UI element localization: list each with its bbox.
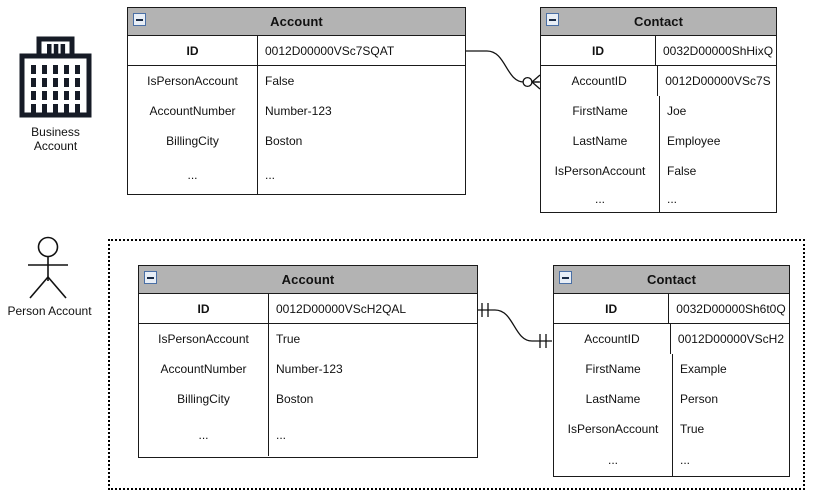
field-value: True	[680, 422, 705, 436]
collapse-minus-icon[interactable]	[133, 13, 146, 26]
field-value: 0012D00000VScH2	[677, 332, 784, 346]
zero-cardinality-circle	[522, 76, 533, 88]
field-name: FirstName	[541, 96, 660, 126]
business-account-entity[interactable]: Account ID 0012D00000VSc7SQAT IsPersonAc…	[127, 7, 466, 195]
field-name: LastName	[554, 384, 673, 414]
table-row: ID 0032D00000Sh6t0Q	[554, 294, 789, 324]
person-account-actor: Person Account	[2, 232, 97, 318]
entity-header: Account	[139, 266, 477, 294]
field-value: Example	[680, 362, 727, 376]
field-value: 0032D00000Sh6t0Q	[676, 301, 786, 316]
field-value: Boston	[265, 134, 303, 148]
business-account-actor: Business Account	[8, 30, 103, 153]
field-value: Number-123	[276, 362, 343, 376]
field-name: BillingCity	[139, 384, 269, 414]
field-name: IsPersonAccount	[541, 156, 660, 186]
table-row: ... ...	[554, 444, 789, 476]
business-relationship-connector	[466, 50, 541, 90]
field-value: Person	[680, 392, 719, 406]
office-building-icon	[19, 36, 92, 118]
field-value: 0012D00000VScH2QAL	[276, 301, 407, 316]
field-name: ...	[554, 444, 673, 476]
entity-title: Contact	[646, 272, 697, 287]
table-row: IsPersonAccount False	[128, 66, 465, 96]
table-row: FirstName Joe	[541, 96, 776, 126]
table-row: FirstName Example	[554, 354, 789, 384]
field-value: 0012D00000VSc7SQAT	[265, 43, 395, 58]
field-name: ...	[541, 186, 660, 212]
entity-title: Account	[270, 14, 323, 29]
field-name: AccountID	[554, 324, 671, 354]
table-row: ... ...	[139, 414, 477, 456]
field-name: AccountID	[541, 66, 659, 96]
table-row: ... ...	[541, 186, 776, 212]
table-row: BillingCity Boston	[128, 126, 465, 156]
entity-header: Account	[128, 8, 465, 36]
field-name: ID	[554, 294, 670, 323]
field-name: LastName	[541, 126, 660, 156]
table-row: ID 0012D00000VSc7SQAT	[128, 36, 465, 66]
field-value: Employee	[667, 134, 721, 148]
table-row: IsPersonAccount True	[554, 414, 789, 444]
field-name: ...	[128, 156, 258, 194]
table-row: ID 0012D00000VScH2QAL	[139, 294, 477, 324]
field-value: True	[276, 332, 301, 346]
field-value: ...	[680, 453, 691, 467]
entity-title: Contact	[633, 14, 684, 29]
table-row: AccountNumber Number-123	[128, 96, 465, 126]
stick-figure-actor-icon	[28, 236, 68, 299]
field-name: IsPersonAccount	[128, 66, 258, 96]
field-value: ...	[667, 192, 678, 206]
table-row: BillingCity Boston	[139, 384, 477, 414]
table-row: ... ...	[128, 156, 465, 194]
many-crows-foot	[531, 74, 541, 90]
table-row: IsPersonAccount True	[139, 324, 477, 354]
diagram-canvas: Business Account Person Account Account …	[0, 0, 814, 500]
entity-header: Contact	[554, 266, 789, 294]
field-name: FirstName	[554, 354, 673, 384]
field-name: IsPersonAccount	[554, 414, 673, 444]
table-row: AccountNumber Number-123	[139, 354, 477, 384]
field-name: ID	[128, 36, 258, 65]
collapse-minus-icon[interactable]	[559, 271, 572, 284]
person-account-entity[interactable]: Account ID 0012D00000VScH2QAL IsPersonAc…	[138, 265, 478, 458]
field-value: ...	[276, 428, 287, 442]
collapse-minus-icon[interactable]	[144, 271, 157, 284]
field-value: False	[667, 164, 697, 178]
collapse-minus-icon[interactable]	[546, 13, 559, 26]
field-value: 0032D00000ShHixQ	[662, 43, 774, 58]
table-row: AccountID 0012D00000VScH2	[554, 324, 789, 354]
field-name: AccountNumber	[139, 354, 269, 384]
table-row: AccountID 0012D00000VSc7S	[541, 66, 776, 96]
entity-header: Contact	[541, 8, 776, 36]
business-contact-entity[interactable]: Contact ID 0032D00000ShHixQ AccountID 00…	[540, 7, 777, 213]
field-value: Boston	[276, 392, 314, 406]
person-contact-entity[interactable]: Contact ID 0032D00000Sh6t0Q AccountID 00…	[553, 265, 790, 477]
field-name: BillingCity	[128, 126, 258, 156]
field-value: False	[265, 74, 295, 88]
field-name: ID	[541, 36, 656, 65]
field-name: ID	[139, 294, 269, 323]
business-account-label: Business Account	[31, 125, 80, 153]
person-account-label: Person Account	[7, 304, 92, 318]
table-row: ID 0032D00000ShHixQ	[541, 36, 776, 66]
field-value: Joe	[667, 104, 687, 118]
table-row: LastName Person	[554, 384, 789, 414]
field-name: IsPersonAccount	[139, 324, 269, 354]
field-value: Number-123	[265, 104, 332, 118]
entity-title: Account	[281, 272, 335, 287]
field-value: 0012D00000VSc7S	[665, 74, 771, 88]
table-row: LastName Employee	[541, 126, 776, 156]
field-value: ...	[265, 168, 276, 182]
field-name: AccountNumber	[128, 96, 258, 126]
table-row: IsPersonAccount False	[541, 156, 776, 186]
field-name: ...	[139, 414, 269, 456]
